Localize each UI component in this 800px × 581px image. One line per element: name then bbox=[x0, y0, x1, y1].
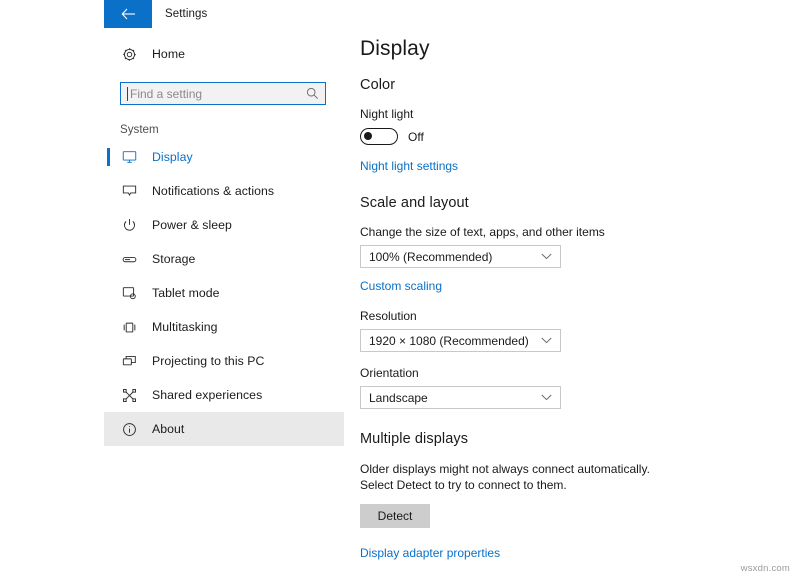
sidebar-item-shared-experiences[interactable]: Shared experiences bbox=[104, 378, 344, 412]
gear-icon bbox=[118, 43, 140, 65]
sidebar-item-projecting[interactable]: Projecting to this PC bbox=[104, 344, 344, 378]
sidebar-item-notifications[interactable]: Notifications & actions bbox=[104, 174, 344, 208]
page-title: Display bbox=[360, 37, 741, 61]
toggle-knob bbox=[364, 132, 372, 140]
night-light-settings-link[interactable]: Night light settings bbox=[360, 159, 458, 173]
chevron-down-icon bbox=[541, 394, 552, 401]
sidebar-item-tablet-mode[interactable]: Tablet mode bbox=[104, 276, 344, 310]
settings-window: Settings Home Find a setting bbox=[104, 0, 741, 581]
power-icon bbox=[118, 214, 140, 236]
sidebar-item-about[interactable]: About bbox=[104, 412, 344, 446]
back-arrow-icon bbox=[121, 8, 136, 20]
sidebar-item-shared-experiences-label: Shared experiences bbox=[152, 388, 262, 402]
custom-scaling-link[interactable]: Custom scaling bbox=[360, 279, 442, 293]
scale-label: Change the size of text, apps, and other… bbox=[360, 225, 741, 239]
sidebar-item-multitasking-label: Multitasking bbox=[152, 320, 218, 334]
section-heading-multiple-displays: Multiple displays bbox=[360, 431, 741, 447]
chevron-down-icon bbox=[541, 253, 552, 260]
section-heading-color: Color bbox=[360, 77, 741, 93]
section-heading-scale-and-layout: Scale and layout bbox=[360, 195, 741, 211]
multitasking-icon bbox=[118, 316, 140, 338]
chevron-down-icon bbox=[541, 337, 552, 344]
scale-dropdown-value: 100% (Recommended) bbox=[369, 250, 492, 264]
title-bar: Settings bbox=[104, 0, 741, 28]
sidebar-item-multitasking[interactable]: Multitasking bbox=[104, 310, 344, 344]
scale-dropdown[interactable]: 100% (Recommended) bbox=[360, 245, 561, 268]
resolution-dropdown-value: 1920 × 1080 (Recommended) bbox=[369, 334, 529, 348]
orientation-dropdown-value: Landscape bbox=[369, 391, 428, 405]
main-content: Display Color Night light Off Night ligh… bbox=[360, 28, 741, 581]
sidebar-item-storage-label: Storage bbox=[152, 252, 195, 266]
sidebar-section-label: System bbox=[120, 123, 344, 136]
sidebar-item-notifications-label: Notifications & actions bbox=[152, 184, 274, 198]
night-light-state: Off bbox=[408, 130, 424, 144]
back-button[interactable] bbox=[104, 0, 152, 28]
display-adapter-properties-link[interactable]: Display adapter properties bbox=[360, 546, 500, 560]
shared-icon bbox=[118, 384, 140, 406]
detect-button[interactable]: Detect bbox=[360, 504, 430, 528]
search-caret bbox=[127, 87, 128, 101]
projecting-icon bbox=[118, 350, 140, 372]
search-icon[interactable] bbox=[306, 87, 319, 105]
night-light-label: Night light bbox=[360, 107, 741, 121]
monitor-icon bbox=[118, 146, 140, 168]
sidebar-item-projecting-label: Projecting to this PC bbox=[152, 354, 264, 368]
night-light-toggle-row: Off bbox=[360, 128, 741, 145]
tablet-icon bbox=[118, 282, 140, 304]
sidebar-item-power[interactable]: Power & sleep bbox=[104, 208, 344, 242]
resolution-dropdown[interactable]: 1920 × 1080 (Recommended) bbox=[360, 329, 561, 352]
sidebar: Home Find a setting System bbox=[104, 28, 344, 581]
notification-icon bbox=[118, 180, 140, 202]
sidebar-item-home-label: Home bbox=[152, 47, 185, 61]
sidebar-item-power-label: Power & sleep bbox=[152, 218, 232, 232]
orientation-dropdown[interactable]: Landscape bbox=[360, 386, 561, 409]
sidebar-item-home[interactable]: Home bbox=[104, 37, 344, 71]
window-title: Settings bbox=[165, 8, 207, 20]
search-placeholder: Find a setting bbox=[130, 87, 202, 101]
orientation-label: Orientation bbox=[360, 366, 741, 380]
storage-icon bbox=[118, 248, 140, 270]
info-icon bbox=[118, 418, 140, 440]
watermark: wsxdn.com bbox=[741, 563, 790, 574]
night-light-toggle[interactable] bbox=[360, 128, 398, 145]
sidebar-item-storage[interactable]: Storage bbox=[104, 242, 344, 276]
search-input[interactable]: Find a setting bbox=[120, 82, 326, 105]
sidebar-item-display-label: Display bbox=[152, 150, 193, 164]
multiple-displays-description: Older displays might not always connect … bbox=[360, 461, 660, 493]
selection-accent-bar bbox=[107, 148, 110, 166]
resolution-label: Resolution bbox=[360, 309, 741, 323]
sidebar-item-tablet-mode-label: Tablet mode bbox=[152, 286, 220, 300]
sidebar-item-display[interactable]: Display bbox=[104, 140, 344, 174]
sidebar-item-about-label: About bbox=[152, 422, 184, 436]
